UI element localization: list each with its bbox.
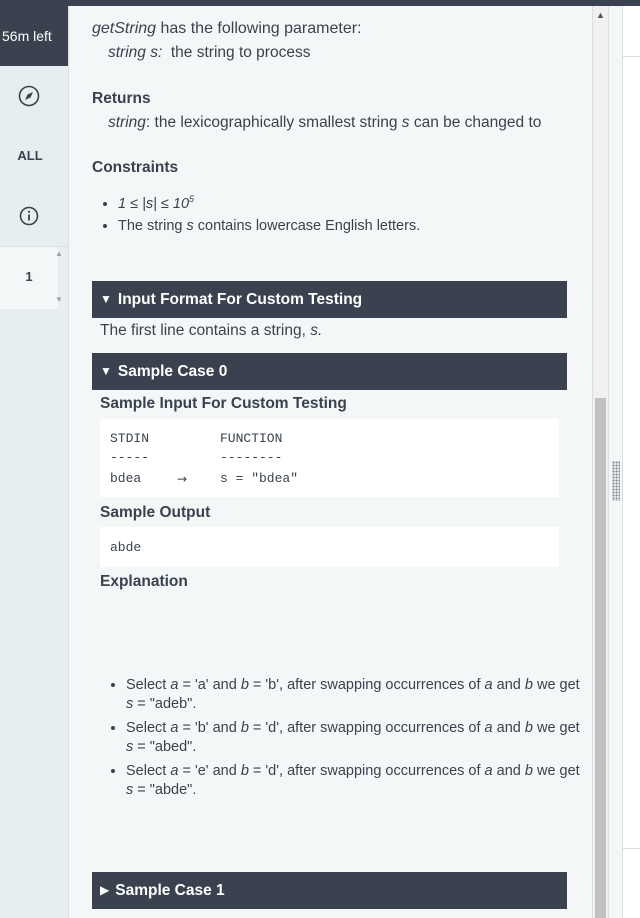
triangle-right-icon: ▶ <box>100 883 110 897</box>
input-format-var: s. <box>310 322 323 339</box>
parameter-intro: getString has the following parameter: <box>92 20 362 38</box>
scroll-down-icon[interactable]: ▼ <box>55 295 63 304</box>
constraint-text-b: contains lowercase English letters. <box>193 217 421 234</box>
input-format-label: Input Format For Custom Testing <box>117 291 363 308</box>
constraint-item: 1 ≤ |s| ≤ 105 <box>118 194 420 212</box>
function-name: getString <box>92 20 157 37</box>
editor-divider <box>623 848 640 849</box>
parameter-desc: the string to process <box>162 44 311 61</box>
editor-pane-edge <box>622 6 640 918</box>
question-list-scroller[interactable]: ▲ ▼ <box>52 247 66 309</box>
scrollbar-thumb[interactable] <box>595 398 606 918</box>
explanation-heading: Explanation <box>100 573 188 590</box>
info-icon[interactable] <box>18 205 40 227</box>
sample-case-1-toggle[interactable]: ▶ Sample Case 1 <box>92 872 567 909</box>
explanation-step: Select a = 'e' and b = 'd', after swappi… <box>126 762 586 800</box>
constraint-text-a: The string <box>118 217 187 234</box>
triangle-down-icon: ▼ <box>100 364 112 378</box>
sample-output-heading: Sample Output <box>100 504 211 521</box>
returns-text-b: can be changed to <box>409 114 542 131</box>
arrow-icon: → <box>177 472 188 486</box>
explanation-step: Select a = 'b' and b = 'd', after swappi… <box>126 719 586 757</box>
question-1-tab[interactable]: 1 <box>0 247 58 309</box>
explanation-steps: Select a = 'a' and b = 'b', after swappi… <box>100 676 586 805</box>
panel-scrollbar[interactable]: ▲ <box>592 6 608 918</box>
drag-handle-icon[interactable] <box>612 461 620 501</box>
sample-input-block: STDIN FUNCTION ----- -------- bdea → s =… <box>100 419 559 497</box>
all-questions-button[interactable]: ALL <box>0 148 60 163</box>
explanation-step: Select a = 'a' and b = 'b', after swappi… <box>126 676 586 714</box>
sample-case-0-label: Sample Case 0 <box>117 363 228 380</box>
sample-output-block: abde <box>100 527 559 567</box>
constraints-heading: Constraints <box>92 159 179 176</box>
sample-input-heading: Sample Input For Custom Testing <box>100 395 347 412</box>
stdin-header: STDIN <box>110 431 150 446</box>
sample-case-0-toggle[interactable]: ▼ Sample Case 0 <box>92 353 567 390</box>
parameter-intro-text: has the following parameter: <box>156 20 362 37</box>
scroll-up-arrow-icon[interactable]: ▲ <box>596 10 605 20</box>
function-header: FUNCTION <box>220 431 283 446</box>
output-value: abde <box>110 540 142 555</box>
constraint-var: s <box>186 217 194 234</box>
stdin-rule: ----- <box>110 450 150 465</box>
returns-var: s <box>401 114 410 131</box>
stdin-value: bdea <box>110 471 142 486</box>
return-type: string <box>108 114 146 131</box>
constraint-length: 1 ≤ |s| ≤ 10 <box>118 195 190 212</box>
editor-divider <box>623 56 640 57</box>
function-rule: -------- <box>220 450 283 465</box>
compass-icon[interactable] <box>18 85 40 107</box>
function-value: s = "bdea" <box>220 471 299 486</box>
parameter-line: string s: the string to process <box>108 44 310 62</box>
returns-text-a: : the lexicographically smallest string <box>145 114 402 131</box>
scroll-up-icon[interactable]: ▲ <box>55 249 63 258</box>
returns-description: string: the lexicographically smallest s… <box>108 114 541 132</box>
input-format-text-a: The first line contains a string, <box>100 322 311 339</box>
triangle-down-icon: ▼ <box>100 292 112 306</box>
parameter-name: string s: <box>108 44 163 61</box>
constraints-list: 1 ≤ |s| ≤ 105 The string s contains lowe… <box>92 194 420 240</box>
time-remaining: 56m left <box>0 6 68 66</box>
left-rail: 56m left ALL 1 ▲ ▼ <box>0 6 69 918</box>
problem-panel: getString has the following parameter: s… <box>69 6 592 918</box>
input-format-toggle[interactable]: ▼ Input Format For Custom Testing <box>92 281 567 318</box>
pane-splitter[interactable] <box>608 6 623 918</box>
constraint-exponent: 5 <box>189 194 195 204</box>
constraint-item: The string s contains lowercase English … <box>118 218 420 234</box>
sample-case-1-label: Sample Case 1 <box>115 882 225 899</box>
returns-heading: Returns <box>92 90 151 107</box>
input-format-text: The first line contains a string, s. <box>100 322 322 340</box>
